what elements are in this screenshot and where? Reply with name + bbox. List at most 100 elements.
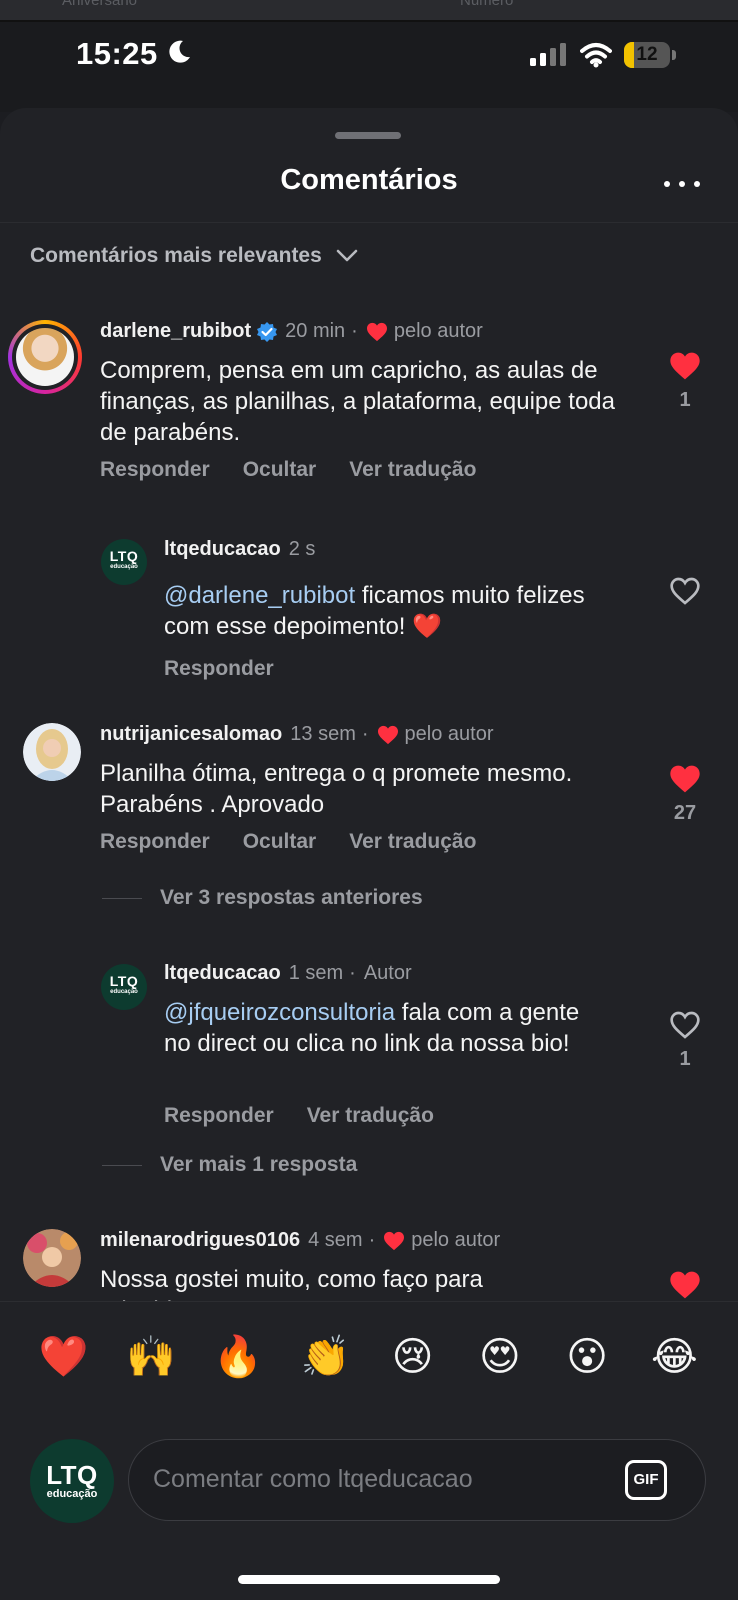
see-translation-button[interactable]: Ver tradução — [307, 1104, 434, 1128]
separator-dot: · — [368, 1229, 376, 1251]
reply-button[interactable]: Responder — [164, 657, 274, 681]
heart-icon — [377, 725, 398, 744]
home-indicator[interactable] — [238, 1575, 500, 1584]
separator-dot: · — [349, 962, 356, 984]
verified-badge-icon — [257, 321, 278, 342]
like-count: 27 — [673, 802, 697, 824]
comment-time: 4 sem — [308, 1229, 363, 1251]
reply-actions: Responder — [164, 657, 307, 681]
separator-dot: · — [361, 723, 369, 745]
reply-button[interactable]: Responder — [164, 1104, 274, 1128]
comment-text: Comprem, pensa em um capricho, as aulas … — [100, 357, 616, 446]
emoji-surprised-button[interactable]: 😮 — [559, 1329, 615, 1385]
like-count: 1 — [679, 389, 691, 411]
like-button[interactable]: 1 — [668, 1010, 702, 1071]
background-label: Número — [460, 0, 514, 9]
comment-time: 13 sem — [290, 723, 356, 745]
like-count: 1 — [679, 1048, 691, 1070]
avatar[interactable] — [23, 723, 81, 781]
emoji-fire-button[interactable]: 🔥 — [210, 1329, 266, 1385]
moon-icon — [169, 40, 190, 63]
avatar[interactable]: LTQ educação — [101, 964, 147, 1010]
comment-username[interactable]: milenarodrigues0106 — [100, 1229, 300, 1252]
reply-time: 2 s — [288, 538, 316, 560]
reply-actions: Responder Ver tradução — [164, 1104, 467, 1128]
reply-text: @jfqueirozconsultoria fala com a gente n… — [164, 997, 604, 1059]
comments-sheet: Comentários Comentários mais relevantes … — [0, 108, 738, 1600]
wifi-icon — [580, 43, 612, 68]
heart-filled-icon — [670, 352, 700, 380]
comment-header: nutrijanicesalomao 13 sem · pelo autor — [100, 723, 494, 746]
heart-filled-icon — [670, 1271, 700, 1299]
reply-button[interactable]: Responder — [100, 830, 210, 854]
current-user-avatar[interactable]: LTQ educação — [30, 1439, 114, 1523]
liked-by-author-label: pelo autor — [393, 320, 483, 342]
comment-header: milenarodrigues0106 4 sem · pelo autor — [100, 1229, 500, 1252]
comment-input-placeholder: Comentar como ltqeducacao — [153, 1465, 473, 1493]
see-translation-button[interactable]: Ver tradução — [349, 458, 476, 482]
reply-header: ltqeducacao 2 s — [164, 538, 315, 561]
background-label: Aniversário — [62, 0, 138, 9]
avatar — [16, 328, 74, 386]
avatar[interactable] — [23, 1229, 81, 1287]
avatar[interactable]: LTQ educação — [101, 539, 147, 585]
chevron-down-icon — [336, 249, 358, 262]
clock: 15:25 — [76, 36, 158, 71]
reply-header: ltqeducacao 1 sem · Autor — [164, 962, 412, 985]
hide-button[interactable]: Ocultar — [243, 458, 317, 482]
gif-button[interactable]: GIF — [625, 1460, 667, 1500]
battery-nub — [672, 50, 676, 60]
like-button[interactable]: 27 — [668, 764, 702, 825]
emoji-clap-button[interactable]: 👏 — [297, 1329, 353, 1385]
author-tag: Autor — [363, 962, 412, 984]
sort-label: Comentários mais relevantes — [30, 244, 322, 267]
reply-button[interactable]: Responder — [100, 458, 210, 482]
emoji-crying-button[interactable]: 😢 — [385, 1329, 441, 1385]
comment-username[interactable]: darlene_rubibot — [100, 320, 251, 343]
like-button[interactable] — [668, 576, 702, 606]
hide-button[interactable]: Ocultar — [243, 830, 317, 854]
thread-line — [102, 897, 142, 899]
emoji-laughing-button[interactable]: 😂 — [646, 1329, 702, 1385]
view-previous-replies-button[interactable]: Ver 3 respostas anteriores — [102, 886, 423, 910]
battery-percentage: 12 — [636, 44, 658, 65]
see-translation-button[interactable]: Ver tradução — [349, 830, 476, 854]
comment-input[interactable]: Comentar como ltqeducacao GIF — [128, 1439, 706, 1521]
thread-line — [102, 1164, 142, 1166]
heart-outline-icon — [670, 1011, 700, 1039]
mention-link[interactable]: @jfqueirozconsultoria — [164, 999, 395, 1026]
reply-username[interactable]: ltqeducacao — [164, 962, 281, 985]
view-more-replies-label: Ver mais 1 resposta — [160, 1153, 358, 1176]
sort-dropdown[interactable]: Comentários mais relevantes — [30, 244, 358, 268]
liked-by-author-label: pelo autor — [411, 1229, 501, 1251]
avatar-story-ring[interactable] — [8, 320, 82, 394]
like-button[interactable] — [668, 1270, 702, 1300]
battery-indicator: 12 — [624, 42, 676, 68]
view-more-replies-button[interactable]: Ver mais 1 resposta — [102, 1153, 357, 1177]
comment-text: Planilha ótima, entrega o q promete mesm… — [100, 760, 573, 818]
background-page-strip: Aniversário Número — [0, 0, 738, 22]
comment-actions: Responder Ocultar Ver tradução — [100, 458, 509, 482]
status-bar: Aniversário Número 15:25 12 — [0, 0, 738, 112]
heart-outline-icon — [670, 577, 700, 605]
heart-icon — [384, 1231, 405, 1250]
comment-header: darlene_rubibot 20 min · pelo autor — [100, 320, 483, 343]
comment-time: 20 min — [285, 320, 346, 342]
heart-icon — [366, 322, 387, 341]
comment-list[interactable]: Comentários mais relevantes darlene_rubi… — [0, 108, 738, 1301]
emoji-heart-eyes-button[interactable]: 😍 — [472, 1329, 528, 1385]
view-previous-replies-label: Ver 3 respostas anteriores — [160, 886, 423, 909]
emoji-heart-button[interactable]: ❤️ — [36, 1329, 92, 1385]
separator-dot: · — [351, 320, 358, 342]
mention-link[interactable]: @darlene_rubibot — [164, 582, 355, 609]
emoji-raised-hands-button[interactable]: 🙌 — [123, 1329, 179, 1385]
reply-time: 1 sem — [288, 962, 344, 984]
liked-by-author-label: pelo autor — [404, 723, 494, 745]
cellular-signal-icon — [530, 43, 566, 66]
comment-actions: Responder Ocultar Ver tradução — [100, 830, 509, 854]
heart-filled-icon — [670, 765, 700, 793]
comment-username[interactable]: nutrijanicesalomao — [100, 723, 282, 746]
emoji-quick-reactions: ❤️ 🙌 🔥 👏 😢 😍 😮 😂 — [0, 1301, 738, 1411]
like-button[interactable]: 1 — [668, 351, 702, 412]
reply-username[interactable]: ltqeducacao — [164, 538, 281, 561]
